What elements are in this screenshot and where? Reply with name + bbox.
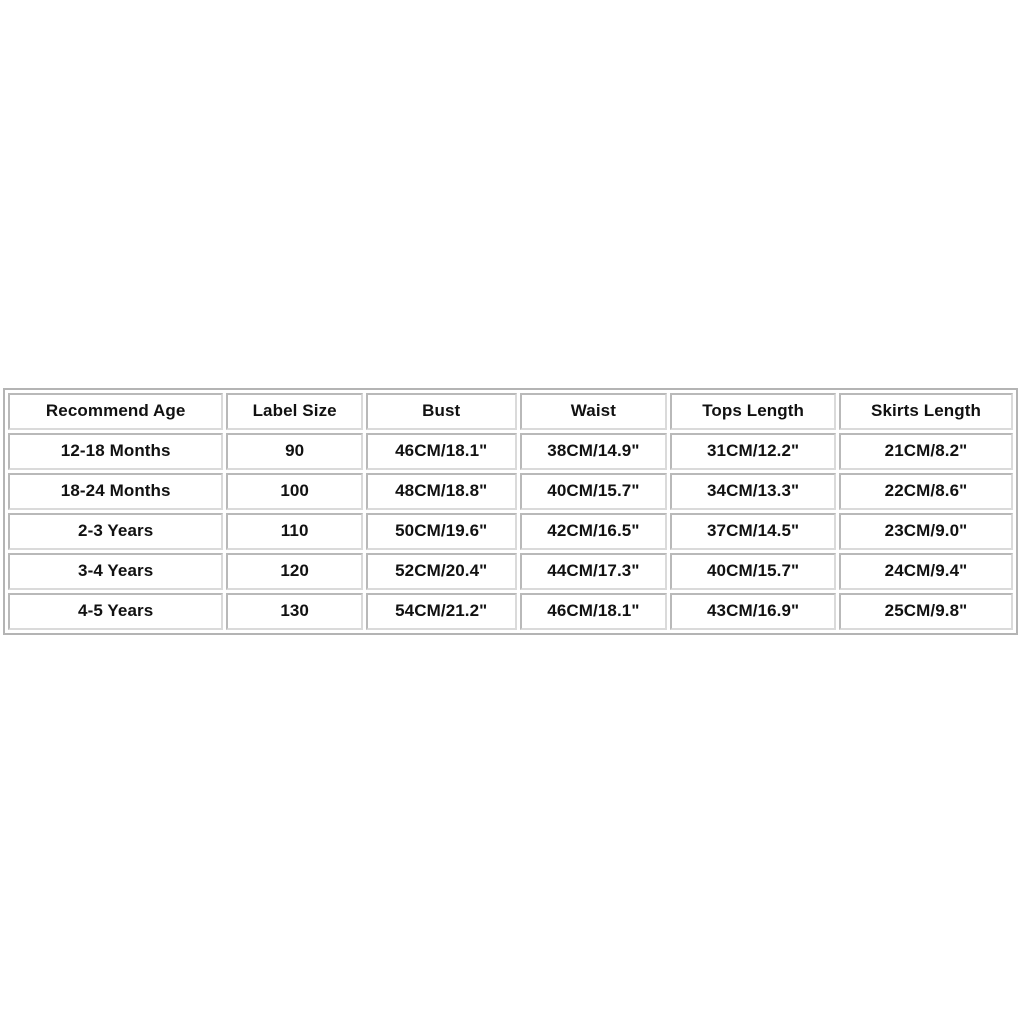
cell-skirts-length: 25CM/9.8" [839, 593, 1013, 630]
size-chart-table: Recommend Age Label Size Bust Waist Tops… [3, 388, 1018, 635]
cell-waist: 46CM/18.1" [519, 593, 668, 630]
column-header-bust: Bust [365, 393, 517, 430]
cell-skirts-length: 23CM/9.0" [839, 513, 1013, 550]
cell-label-size: 120 [226, 553, 363, 590]
cell-recommend-age: 4-5 Years [8, 593, 224, 630]
cell-waist: 40CM/15.7" [519, 473, 668, 510]
column-header-skirts-length: Skirts Length [839, 393, 1013, 430]
cell-bust: 50CM/19.6" [365, 513, 517, 550]
cell-tops-length: 43CM/16.9" [670, 593, 837, 630]
cell-bust: 46CM/18.1" [365, 433, 517, 470]
cell-tops-length: 40CM/15.7" [670, 553, 837, 590]
table-row: 3-4 Years 120 52CM/20.4" 44CM/17.3" 40CM… [8, 553, 1013, 590]
cell-tops-length: 34CM/13.3" [670, 473, 837, 510]
column-header-tops-length: Tops Length [670, 393, 837, 430]
column-header-recommend-age: Recommend Age [8, 393, 224, 430]
cell-label-size: 100 [226, 473, 363, 510]
cell-label-size: 130 [226, 593, 363, 630]
cell-label-size: 90 [226, 433, 363, 470]
cell-recommend-age: 18-24 Months [8, 473, 224, 510]
cell-skirts-length: 21CM/8.2" [839, 433, 1013, 470]
cell-recommend-age: 2-3 Years [8, 513, 224, 550]
cell-bust: 52CM/20.4" [365, 553, 517, 590]
size-chart-container: Recommend Age Label Size Bust Waist Tops… [3, 388, 1018, 635]
cell-recommend-age: 3-4 Years [8, 553, 224, 590]
cell-bust: 48CM/18.8" [365, 473, 517, 510]
cell-recommend-age: 12-18 Months [8, 433, 224, 470]
cell-tops-length: 37CM/14.5" [670, 513, 837, 550]
cell-skirts-length: 22CM/8.6" [839, 473, 1013, 510]
cell-skirts-length: 24CM/9.4" [839, 553, 1013, 590]
cell-waist: 42CM/16.5" [519, 513, 668, 550]
cell-label-size: 110 [226, 513, 363, 550]
cell-tops-length: 31CM/12.2" [670, 433, 837, 470]
table-row: 2-3 Years 110 50CM/19.6" 42CM/16.5" 37CM… [8, 513, 1013, 550]
column-header-waist: Waist [519, 393, 668, 430]
column-header-label-size: Label Size [226, 393, 363, 430]
table-row: 4-5 Years 130 54CM/21.2" 46CM/18.1" 43CM… [8, 593, 1013, 630]
cell-bust: 54CM/21.2" [365, 593, 517, 630]
cell-waist: 44CM/17.3" [519, 553, 668, 590]
table-row: 18-24 Months 100 48CM/18.8" 40CM/15.7" 3… [8, 473, 1013, 510]
cell-waist: 38CM/14.9" [519, 433, 668, 470]
table-header-row: Recommend Age Label Size Bust Waist Tops… [8, 393, 1013, 430]
table-row: 12-18 Months 90 46CM/18.1" 38CM/14.9" 31… [8, 433, 1013, 470]
